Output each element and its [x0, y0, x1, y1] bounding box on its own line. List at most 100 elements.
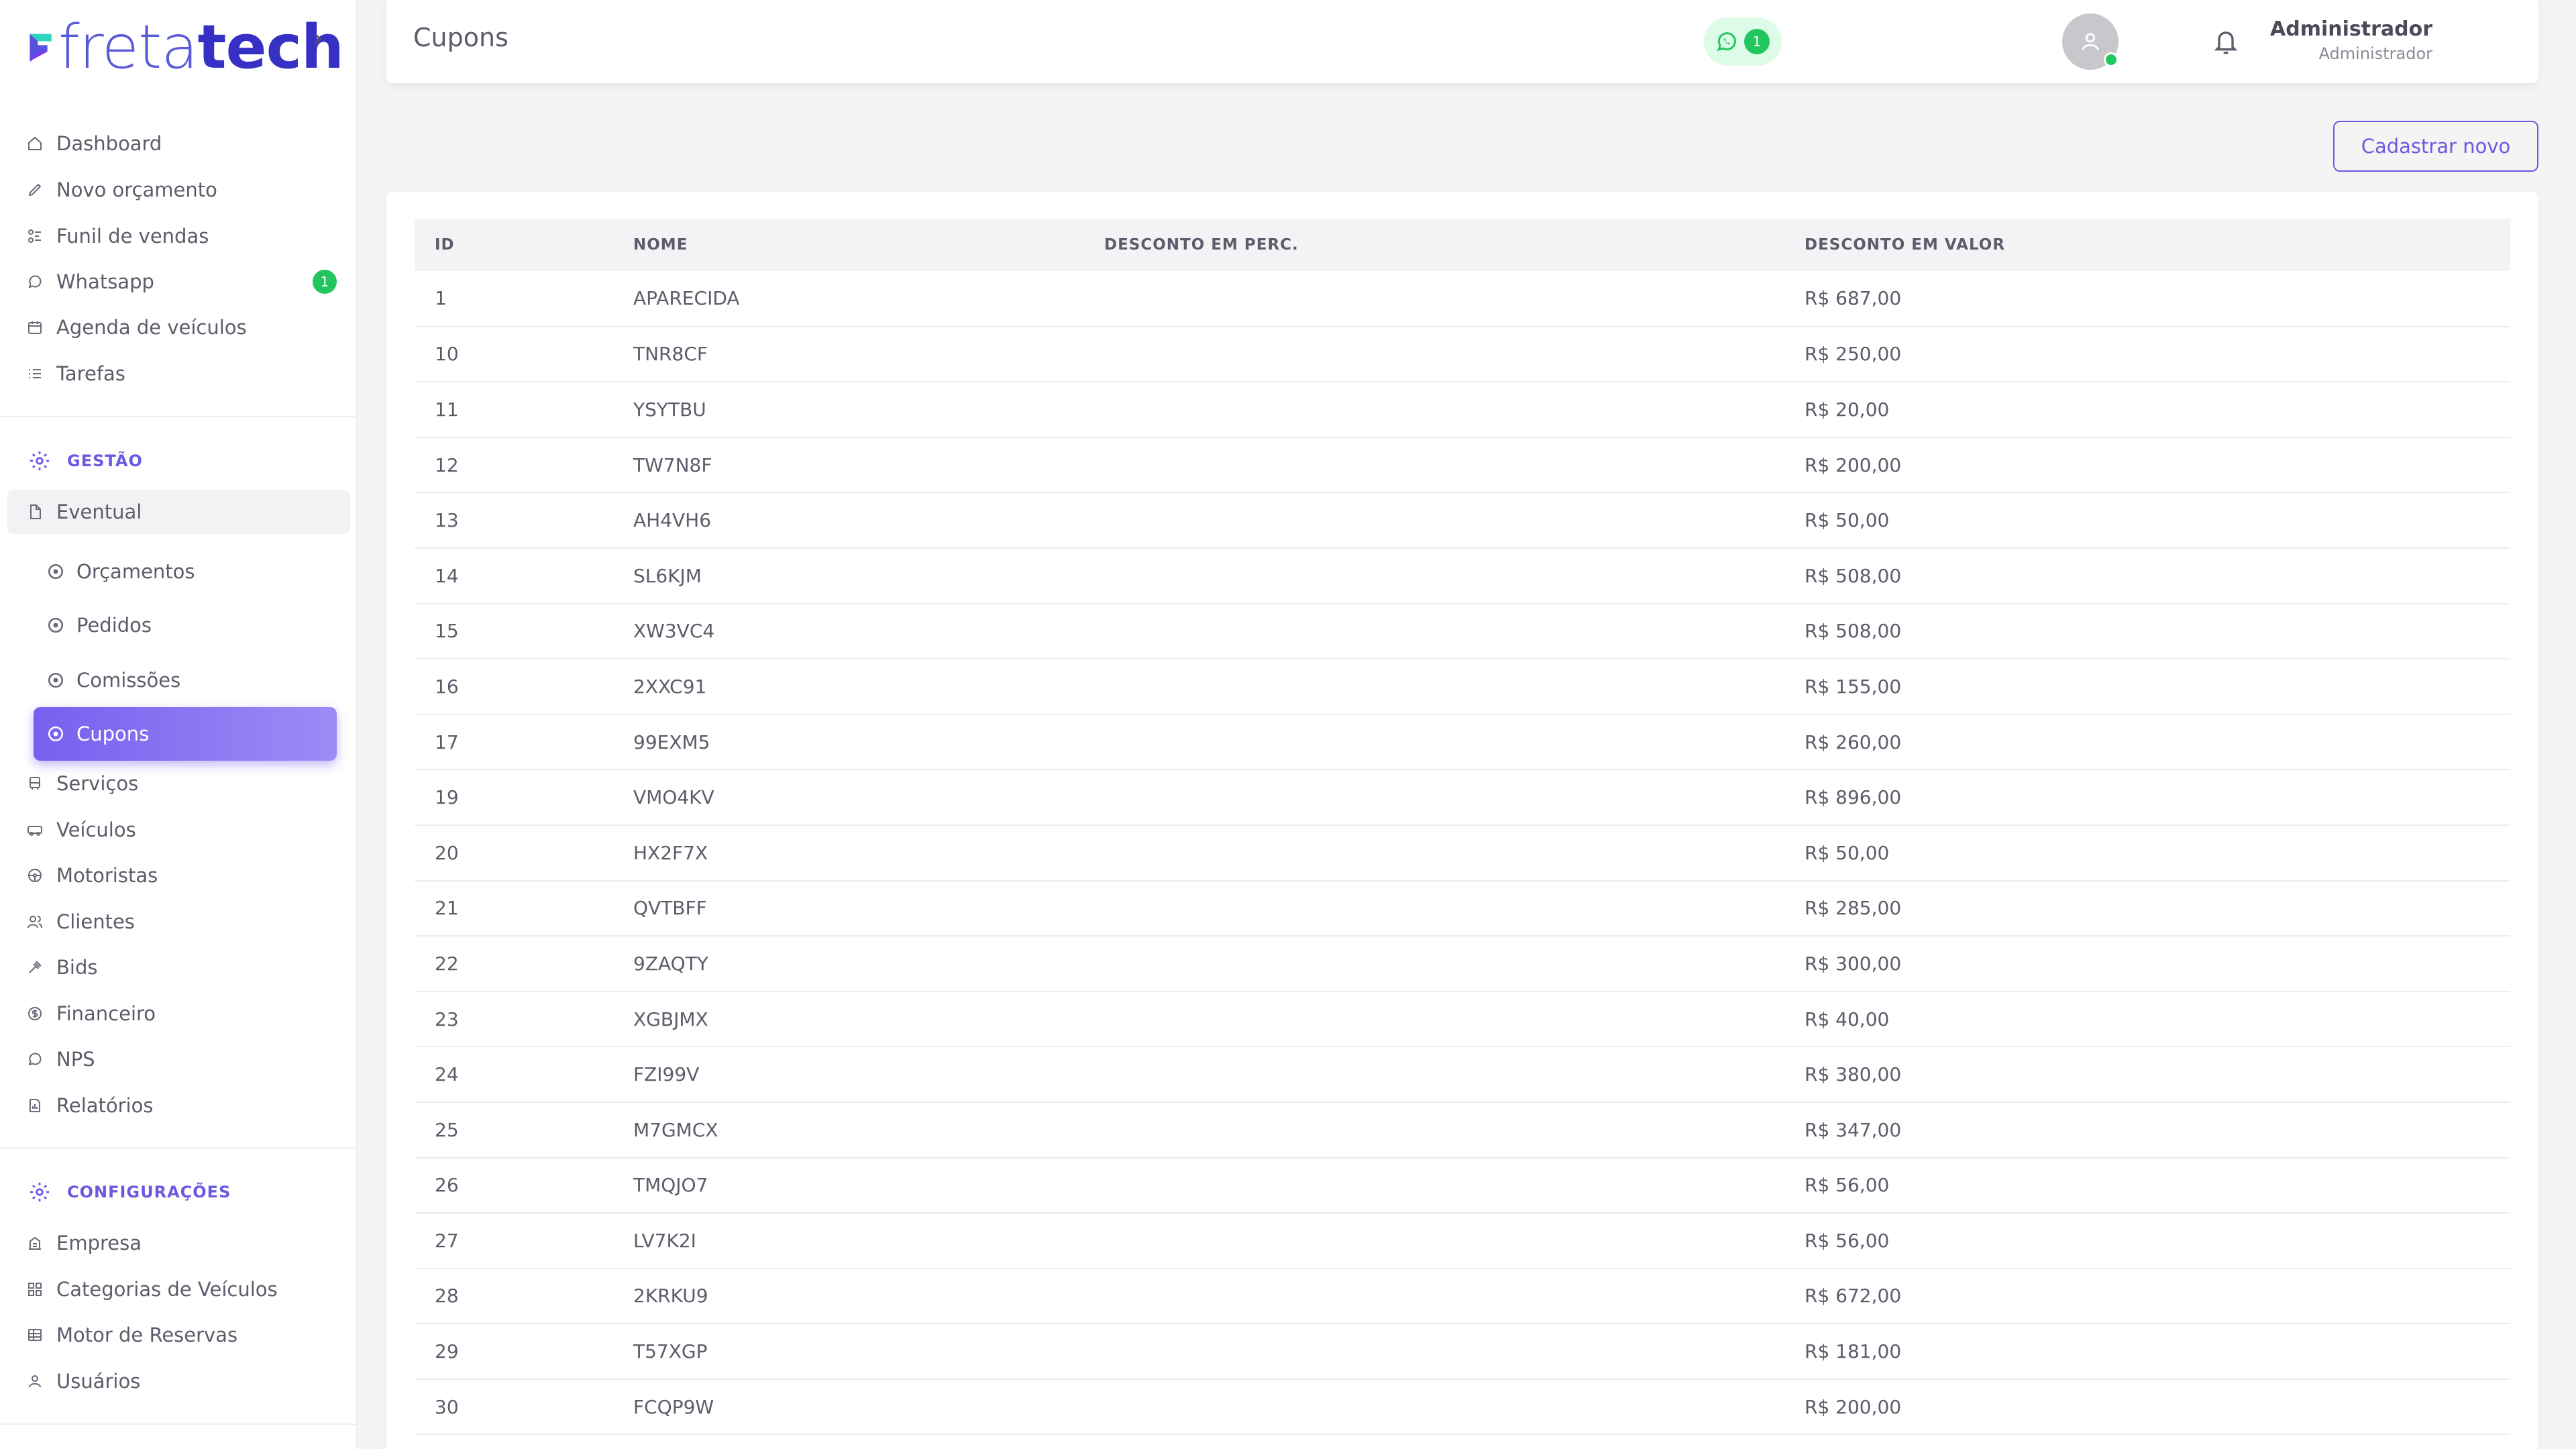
cell-desconto-valor: R$ 896,00 — [1784, 769, 2510, 826]
sidebar-item-bids[interactable]: Bids — [27, 947, 97, 987]
sidebar-item-tarefas[interactable]: Tarefas — [27, 354, 125, 394]
cell-id: 22 — [415, 936, 613, 992]
table-row[interactable]: 20 HX2F7X R$ 50,00 — [415, 824, 2510, 881]
table-row[interactable]: 27 LV7K2I R$ 56,00 — [415, 1213, 2510, 1269]
sidebar-item-financeiro[interactable]: Financeiro — [27, 994, 156, 1034]
sidebar-item-whatsapp[interactable]: Whatsapp — [27, 262, 154, 302]
cell-id: 19 — [415, 769, 613, 826]
cell-desconto-valor: R$ 50,00 — [1784, 824, 2510, 881]
sidebar-item-categorias-de-veiculos[interactable]: Categorias de Veículos — [27, 1269, 278, 1309]
cell-desconto-valor: R$ 380,00 — [1784, 1046, 2510, 1103]
column-header-id[interactable]: ID — [415, 219, 613, 271]
column-header-desconto-perc[interactable]: DESCONTO EM PERC. — [1084, 219, 1784, 271]
whatsapp-notification-button[interactable]: 1 — [1704, 17, 1782, 66]
cell-desconto-perc — [1084, 547, 1784, 604]
cell-nome: VMO4KV — [613, 769, 1084, 826]
gavel-icon — [29, 961, 42, 973]
cell-desconto-valor: R$ 250,00 — [1784, 326, 2510, 383]
cell-desconto-perc — [1084, 1046, 1784, 1103]
sidebar-item-usuarios[interactable]: Usuários — [27, 1361, 140, 1401]
table-row[interactable]: 24 FZI99V R$ 380,00 — [415, 1046, 2510, 1103]
sidebar-item-relatorios[interactable]: Relatórios — [27, 1085, 153, 1126]
table-row[interactable]: 15 XW3VC4 R$ 508,00 — [415, 603, 2510, 660]
sidebar-item-novo-orcamento[interactable]: Novo orçamento — [27, 170, 217, 210]
table-row[interactable]: 13 AH4VH6 R$ 50,00 — [415, 492, 2510, 549]
cell-nome: APARECIDA — [613, 271, 1084, 327]
sidebar-item-dashboard[interactable]: Dashboard — [27, 123, 162, 164]
list-icon — [29, 369, 41, 378]
sidebar-item-funil-de-vendas[interactable]: Funil de vendas — [27, 216, 209, 256]
table-icon — [28, 1329, 42, 1341]
sidebar-item-empresa[interactable]: Empresa — [27, 1223, 142, 1263]
table-row[interactable]: 29 T57XGP R$ 181,00 — [415, 1324, 2510, 1380]
cell-id: 25 — [415, 1102, 613, 1159]
table-row[interactable]: 23 XGBJMX R$ 40,00 — [415, 991, 2510, 1048]
column-header-desconto-valor[interactable]: DESCONTO EM VALOR — [1784, 219, 2510, 271]
user-name[interactable]: Administrador — [2270, 17, 2432, 41]
cell-id: 11 — [415, 382, 613, 438]
cell-desconto-perc — [1084, 936, 1784, 992]
sidebar-item-agenda-de-veiculos[interactable]: Agenda de veículos — [27, 307, 247, 347]
home-icon — [28, 136, 42, 150]
cell-nome: SL6KJM — [613, 547, 1084, 604]
cell-desconto-valor: R$ 672,00 — [1784, 1268, 2510, 1325]
cell-nome: LV7K2I — [613, 1213, 1084, 1269]
sidebar-item-veiculos[interactable]: Veículos — [27, 810, 136, 850]
table-row[interactable]: 11 YSYTBU R$ 20,00 — [415, 382, 2510, 438]
cell-id: 29 — [415, 1324, 613, 1380]
column-header-nome[interactable]: NOME — [613, 219, 1084, 271]
whatsapp-icon — [1717, 32, 1736, 52]
sidebar-item-motoristas[interactable]: Motoristas — [27, 855, 158, 896]
whatsapp-icon — [28, 275, 42, 288]
table-row[interactable]: 21 QVTBFF R$ 285,00 — [415, 880, 2510, 937]
cell-desconto-perc — [1084, 382, 1784, 438]
table-row[interactable]: 17 99EXM5 R$ 260,00 — [415, 714, 2510, 771]
table-row[interactable]: 28 2KRKU9 R$ 672,00 — [415, 1268, 2510, 1325]
table-row[interactable]: 30 FCQP9W R$ 200,00 — [415, 1379, 2510, 1436]
sidebar-item-servicos[interactable]: Serviços — [27, 763, 138, 804]
sidebar-collapse-icon[interactable]: › — [313, 23, 323, 54]
cell-nome: XW3VC4 — [613, 603, 1084, 660]
sidebar-item-nps[interactable]: NPS — [27, 1039, 95, 1079]
cell-desconto-perc — [1084, 1102, 1784, 1159]
cell-desconto-perc — [1084, 271, 1784, 327]
sidebar-divider — [0, 1424, 357, 1425]
table-row[interactable]: 25 M7GMCX R$ 347,00 — [415, 1102, 2510, 1159]
sidebar-subitem-comissoes[interactable]: Comissões — [47, 660, 180, 700]
circle-icon — [48, 617, 64, 633]
table-row[interactable]: 1 APARECIDA R$ 687,00 — [415, 271, 2510, 327]
sidebar-item-motor-de-reservas[interactable]: Motor de Reservas — [27, 1315, 237, 1355]
cell-desconto-valor: R$ 300,00 — [1784, 936, 2510, 992]
table-row[interactable]: 19 VMO4KV R$ 896,00 — [415, 769, 2510, 826]
sidebar-item-eventual[interactable]: Eventual — [27, 492, 142, 532]
section-title-gestao: GESTÃO — [28, 444, 143, 478]
cell-id: 13 — [415, 492, 613, 549]
cell-id: 17 — [415, 714, 613, 771]
table-row[interactable]: 14 SL6KJM R$ 508,00 — [415, 547, 2510, 604]
cell-desconto-valor: R$ 200,00 — [1784, 1379, 2510, 1436]
add-coupon-button[interactable]: Cadastrar novo — [2333, 121, 2538, 172]
sidebar-subitem-cupons[interactable]: Cupons — [47, 714, 149, 754]
table-row[interactable]: 16 2XXC91 R$ 155,00 — [415, 659, 2510, 715]
table-row[interactable]: 10 TNR8CF R$ 250,00 — [415, 326, 2510, 383]
cell-id: 26 — [415, 1157, 613, 1214]
sidebar-item-clientes[interactable]: Clientes — [27, 902, 135, 942]
circle-icon — [48, 564, 64, 580]
cell-desconto-perc — [1084, 714, 1784, 771]
cell-nome: FCQP9W — [613, 1379, 1084, 1436]
cell-nome: HX2F7X — [613, 824, 1084, 881]
brand-logo[interactable]: fretatech — [28, 17, 344, 78]
bell-icon[interactable] — [2212, 27, 2239, 56]
cell-id: 14 — [415, 547, 613, 604]
logo-mark-icon — [30, 34, 52, 62]
cell-nome: 9ZAQTY — [613, 936, 1084, 992]
cell-nome: 99EXM5 — [613, 714, 1084, 771]
table-row[interactable]: 22 9ZAQTY R$ 300,00 — [415, 936, 2510, 992]
cell-desconto-valor: R$ 508,00 — [1784, 603, 2510, 660]
sidebar-subitem-orcamentos[interactable]: Orçamentos — [47, 551, 195, 592]
cell-desconto-valor: R$ 687,00 — [1784, 271, 2510, 327]
cell-desconto-perc — [1084, 1268, 1784, 1325]
table-row[interactable]: 26 TMQJO7 R$ 56,00 — [415, 1157, 2510, 1214]
table-row[interactable]: 12 TW7N8F R$ 200,00 — [415, 437, 2510, 494]
sidebar-subitem-pedidos[interactable]: Pedidos — [47, 605, 152, 645]
